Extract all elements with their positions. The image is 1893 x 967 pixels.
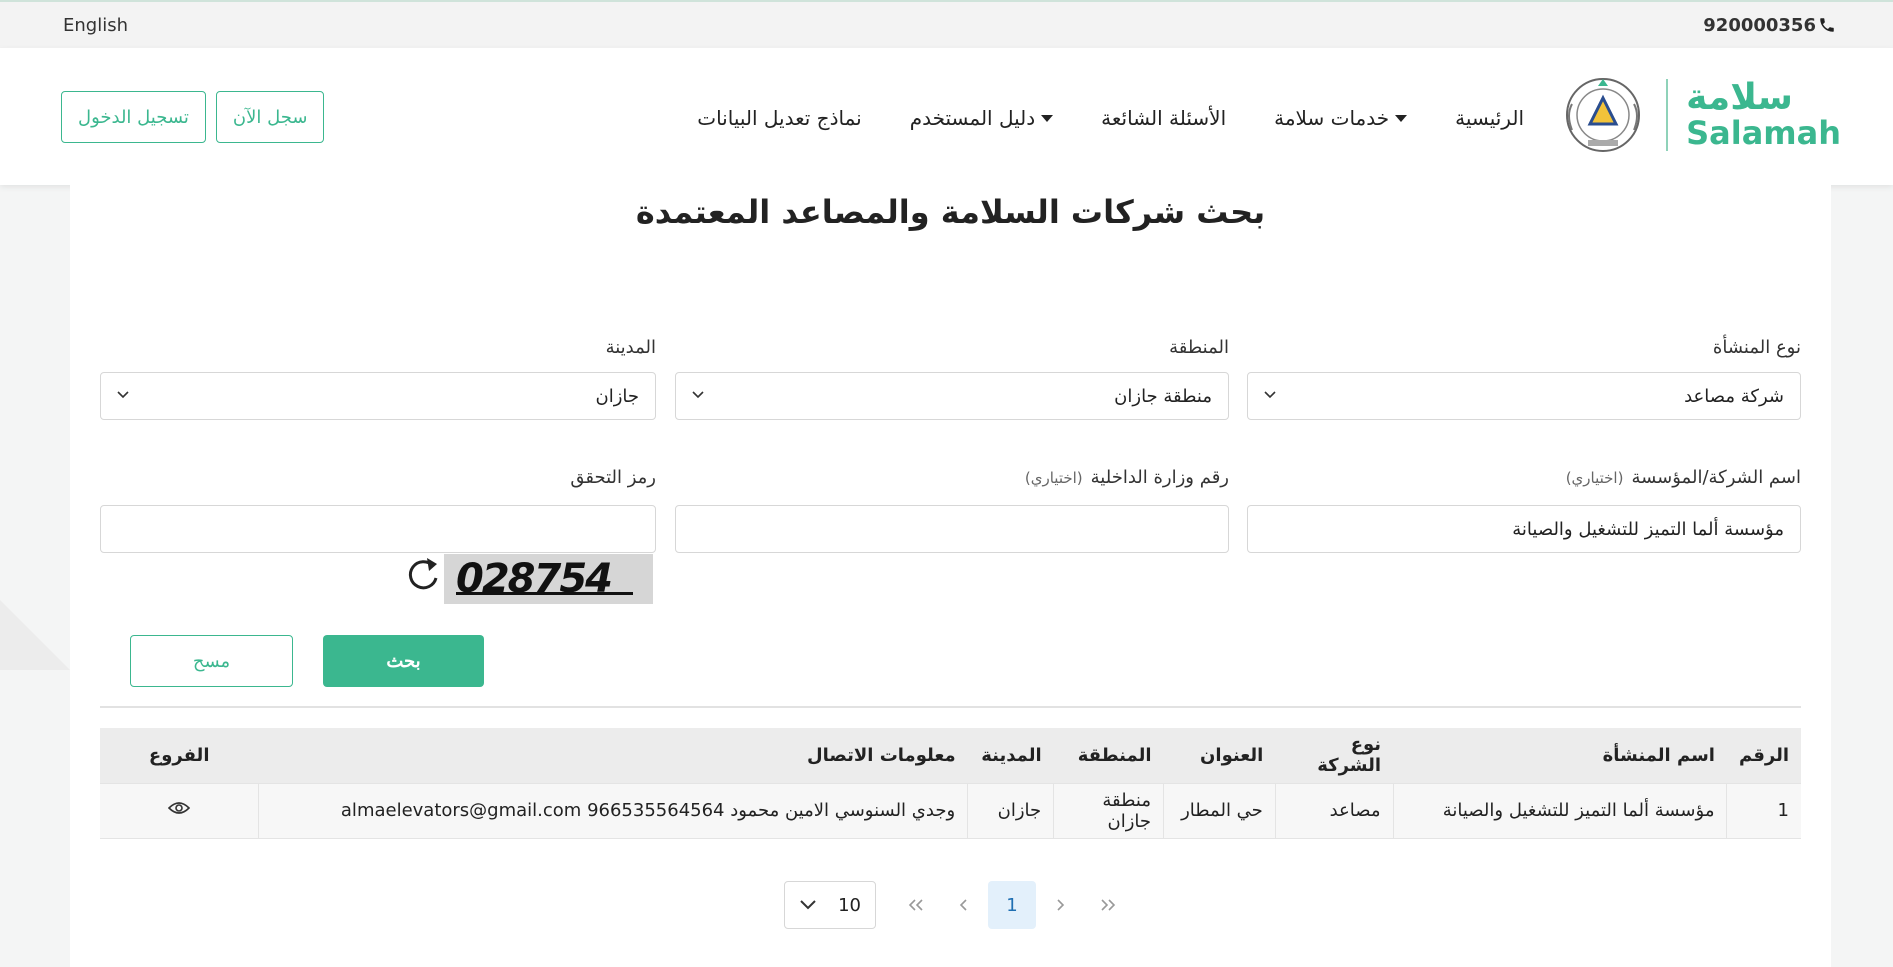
facility-type-label: نوع المنشأة (1712, 337, 1801, 358)
company-name-value: مؤسسة ألما التميز للتشغيل والصيانة (1512, 518, 1784, 540)
nav-home-label: الرئيسية (1455, 106, 1524, 130)
login-button[interactable]: تسجيل الدخول (61, 91, 206, 143)
captcha-noise-line (456, 592, 633, 595)
nav-services-label: خدمات سلامة (1274, 106, 1390, 130)
phone-icon (1820, 18, 1834, 32)
col-branches: الفروع (100, 728, 259, 784)
nav-home[interactable]: الرئيسية (1431, 106, 1548, 130)
col-region: المنطقة (1053, 728, 1164, 784)
company-name-label: اسم الشركة/المؤسسة (اختياري) (1566, 467, 1801, 488)
prev-page-button[interactable] (940, 881, 988, 929)
next-page-button[interactable] (1036, 881, 1084, 929)
city-value: جازان (595, 385, 639, 407)
captcha-image: 028754 (444, 554, 653, 604)
moi-number-input[interactable] (675, 505, 1229, 553)
chevrons-left-icon (908, 899, 923, 911)
register-button[interactable]: سجل الآن (215, 91, 325, 143)
phone-number: 920000356 (1703, 15, 1836, 36)
cell-facility-name: مؤسسة ألما التميز للتشغيل والصيانة (1392, 783, 1727, 839)
col-facility-name: اسم المنشأة (1393, 728, 1727, 784)
refresh-captcha-icon[interactable] (403, 552, 443, 596)
cell-branches (100, 783, 259, 839)
moi-number-label-text: رقم وزارة الداخلية (1090, 467, 1229, 488)
chevron-right-icon (1057, 899, 1065, 911)
company-name-label-text: اسم الشركة/المؤسسة (1631, 467, 1801, 488)
moi-number-label: رقم وزارة الداخلية (اختياري) (1025, 467, 1229, 488)
cell-region: منطقة جازان (1053, 783, 1164, 839)
cell-city: جازان (967, 783, 1054, 839)
civil-defense-emblem-icon (1566, 78, 1641, 152)
nav-guide-label: دليل المستخدم (909, 106, 1036, 130)
chevrons-right-icon (1101, 899, 1116, 911)
caret-down-icon (1041, 114, 1054, 122)
col-city: المدينة (967, 728, 1054, 784)
top-bar: English 920000356 (0, 0, 1893, 48)
captcha-input[interactable] (100, 505, 656, 553)
city-label: المدينة (605, 337, 656, 358)
page-button-current[interactable]: 1 (988, 881, 1036, 929)
chevron-down-icon (117, 391, 129, 399)
nav-faq[interactable]: الأسئلة الشائعة (1077, 106, 1250, 130)
chevron-left-icon (959, 899, 967, 911)
cell-contact: وجدي السنوسي الامين محمود 966535564564 a… (257, 783, 968, 839)
language-switch[interactable]: English (63, 15, 128, 36)
brand-text: سلامة Salamah (1666, 77, 1841, 153)
chevron-down-icon (692, 391, 704, 399)
page-title: بحث شركات السلامة والمصاعد المعتمدة (635, 193, 1266, 231)
cell-company-type: مصاعد (1274, 783, 1394, 839)
col-contact: معلومات الاتصال (258, 728, 968, 784)
chevron-down-icon (800, 900, 816, 910)
nav-data-forms[interactable]: نماذج تعديل البيانات (673, 106, 885, 130)
captcha-code: 028754 (456, 556, 613, 602)
cell-address: حي المطار (1163, 783, 1276, 839)
eye-icon[interactable] (167, 800, 191, 816)
nav-user-guide[interactable]: دليل المستخدم (886, 106, 1077, 130)
search-card: بحث شركات السلامة والمصاعد المعتمدة نوع … (70, 185, 1831, 967)
optional-tag: (اختياري) (1565, 469, 1624, 487)
chevron-down-icon (1264, 391, 1276, 399)
company-name-input[interactable]: مؤسسة ألما التميز للتشغيل والصيانة (1247, 505, 1801, 553)
main-navbar: سلامة Salamah الرئيسية خدمات سلامة الأسئ… (0, 48, 1893, 185)
nav-services[interactable]: خدمات سلامة (1250, 106, 1431, 130)
brand[interactable]: سلامة Salamah (1558, 74, 1841, 156)
facility-type-select[interactable]: شركة مصاعد (1247, 372, 1801, 420)
brand-name-en: Salamah (1686, 114, 1841, 153)
region-value: منطقة جازان (1114, 385, 1212, 407)
search-button[interactable]: بحث (323, 635, 484, 687)
nav-faq-label: الأسئلة الشائعة (1101, 106, 1227, 130)
region-label: المنطقة (1169, 337, 1229, 358)
page-size-value: 10 (838, 894, 861, 916)
nav-forms-label: نماذج تعديل البيانات (697, 106, 862, 130)
table-header-row: الرقم اسم المنشأة نوع الشركة العنوان الم… (100, 728, 1801, 784)
col-address: العنوان (1163, 728, 1276, 784)
results-table: الرقم اسم المنشأة نوع الشركة العنوان الم… (100, 728, 1801, 839)
pagination: 10 1 (784, 881, 1132, 929)
phone-text: 920000356 (1703, 14, 1816, 36)
clear-button[interactable]: مسح (130, 635, 293, 687)
nav-links: الرئيسية خدمات سلامة الأسئلة الشائعة دلي… (673, 106, 1548, 130)
divider (100, 706, 1801, 708)
auth-buttons: تسجيل الدخول سجل الآن (61, 91, 325, 143)
first-page-button[interactable] (892, 881, 940, 929)
col-num: الرقم (1726, 728, 1801, 784)
brand-name-ar: سلامة (1686, 77, 1793, 119)
background-shape (0, 600, 70, 670)
captcha-label: رمز التحقق (570, 467, 656, 488)
cell-num: 1 (1726, 783, 1801, 839)
region-select[interactable]: منطقة جازان (675, 372, 1229, 420)
last-page-button[interactable] (1084, 881, 1132, 929)
col-company-type: نوع الشركة (1275, 728, 1394, 784)
table-row: 1 مؤسسة ألما التميز للتشغيل والصيانة مصا… (100, 783, 1801, 839)
caret-down-icon (1395, 114, 1408, 122)
page-size-select[interactable]: 10 (784, 881, 876, 929)
city-select[interactable]: جازان (100, 372, 656, 420)
optional-tag: (اختياري) (1024, 469, 1083, 487)
facility-type-value: شركة مصاعد (1684, 385, 1784, 407)
